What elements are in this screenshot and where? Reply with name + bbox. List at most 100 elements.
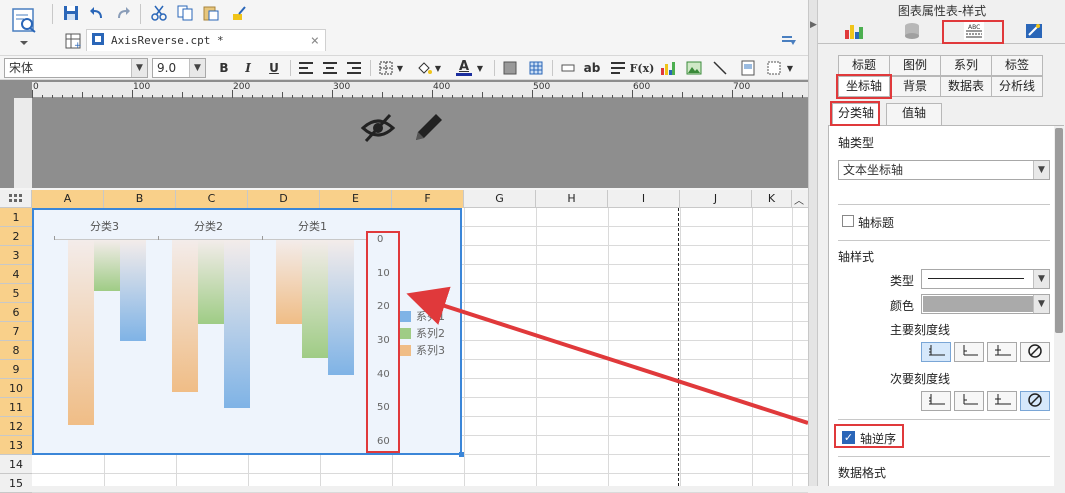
font-name-select[interactable]: 宋体 ▼	[4, 58, 148, 78]
table-icon[interactable]	[526, 58, 546, 78]
bar-系列2-分类2[interactable]	[198, 240, 224, 325]
major-tick-none-button[interactable]	[1020, 342, 1050, 362]
chevron-down-icon[interactable]: ▼	[474, 58, 486, 78]
row-header-1[interactable]: 1	[0, 208, 32, 227]
column-header-i[interactable]: I	[608, 190, 680, 208]
bar-系列1-分类2[interactable]	[224, 240, 250, 409]
pencil-icon[interactable]	[410, 112, 446, 144]
bar-系列3-分类2[interactable]	[172, 240, 198, 392]
bold-button[interactable]: B	[214, 58, 234, 78]
column-header-g[interactable]: G	[464, 190, 536, 208]
column-header-d[interactable]: D	[248, 190, 320, 208]
row-header-3[interactable]: 3	[0, 246, 32, 265]
scrollbar-thumb[interactable]	[1055, 128, 1063, 333]
row-header-13[interactable]: 13	[0, 436, 32, 455]
chart-type-tab-icon[interactable]	[844, 22, 864, 40]
preview-icon[interactable]	[10, 6, 38, 46]
row-header-15[interactable]: 15	[0, 474, 32, 493]
font-size-select[interactable]: 9.0 ▼	[152, 58, 206, 78]
column-header-h[interactable]: H	[536, 190, 608, 208]
axis-title-checkbox[interactable]	[842, 215, 854, 227]
bar-系列3-分类3[interactable]	[68, 240, 94, 426]
major-tick-inside-button[interactable]	[921, 342, 951, 362]
underline-button[interactable]: U	[264, 58, 284, 78]
file-tab[interactable]: AxisReverse.cpt * ×	[86, 29, 326, 51]
fill-color-icon[interactable]	[414, 58, 434, 78]
italic-button[interactable]: I	[238, 58, 258, 78]
merge-cells-icon[interactable]	[500, 58, 520, 78]
column-header-a[interactable]: A	[32, 190, 104, 208]
copy-icon[interactable]	[174, 2, 196, 24]
bar-系列1-分类3[interactable]	[120, 240, 146, 341]
insert-image-icon[interactable]	[684, 58, 704, 78]
minor-tick-outside-button[interactable]	[954, 391, 984, 411]
chevron-down-icon[interactable]: ▼	[432, 58, 444, 78]
column-header-c[interactable]: C	[176, 190, 248, 208]
row-header-8[interactable]: 8	[0, 341, 32, 360]
line-type-select[interactable]: ▼	[921, 269, 1050, 289]
font-color-button[interactable]: A	[454, 58, 474, 78]
collapse-arrow-icon[interactable]: ▶	[810, 20, 817, 30]
row-header-11[interactable]: 11	[0, 398, 32, 417]
row-header-12[interactable]: 12	[0, 417, 32, 436]
column-header-e[interactable]: E	[320, 190, 392, 208]
bar-系列3-分类1[interactable]	[276, 240, 302, 325]
align-right-icon[interactable]	[344, 58, 364, 78]
minor-tick-inside-button[interactable]	[921, 391, 951, 411]
column-header-j[interactable]: J	[680, 190, 752, 208]
text-element-button[interactable]: ab	[582, 58, 602, 78]
minor-tick-cross-button[interactable]	[987, 391, 1017, 411]
redo-icon[interactable]	[112, 2, 134, 24]
bar-系列2-分类3[interactable]	[94, 240, 120, 291]
row-header-10[interactable]: 10	[0, 379, 32, 398]
row-header-6[interactable]: 6	[0, 303, 32, 322]
save-icon[interactable]	[60, 2, 82, 24]
tab-background[interactable]: 背景	[889, 76, 941, 97]
panel-scrollbar[interactable]	[1054, 126, 1064, 486]
subreport-icon[interactable]	[738, 58, 758, 78]
new-report-icon[interactable]: +	[62, 30, 84, 52]
tab-legend[interactable]: 图例	[889, 55, 941, 76]
tab-series[interactable]: 系列	[940, 55, 992, 76]
insert-cell-icon[interactable]	[558, 58, 578, 78]
tab-title[interactable]: 标题	[838, 55, 890, 76]
chevron-down-icon[interactable]: ▼	[784, 58, 796, 78]
row-header-4[interactable]: 4	[0, 265, 32, 284]
align-left-icon[interactable]	[296, 58, 316, 78]
axis-type-select[interactable]: 文本坐标轴 ▼	[838, 160, 1050, 180]
bar-chart[interactable]: 分类3 分类2 分类1 0 10 20 30 40 50 60 系列1 系列2 系列3	[32, 208, 464, 457]
minor-tick-none-button[interactable]	[1020, 391, 1050, 411]
widget-icon[interactable]	[764, 58, 784, 78]
border-icon[interactable]	[376, 58, 396, 78]
major-tick-cross-button[interactable]	[987, 342, 1017, 362]
row-header-9[interactable]: 9	[0, 360, 32, 379]
row-header-2[interactable]: 2	[0, 227, 32, 246]
column-header-b[interactable]: B	[104, 190, 176, 208]
panel-splitter[interactable]: ▶	[808, 0, 817, 486]
align-center-icon[interactable]	[320, 58, 340, 78]
slash-icon[interactable]	[710, 58, 730, 78]
richtext-icon[interactable]	[608, 58, 628, 78]
row-header-7[interactable]: 7	[0, 322, 32, 341]
formula-button[interactable]: F(x)	[630, 58, 655, 78]
format-painter-icon[interactable]	[228, 2, 250, 24]
tab-label[interactable]: 标签	[991, 55, 1043, 76]
data-tab-icon[interactable]	[902, 22, 922, 40]
bar-系列1-分类1[interactable]	[328, 240, 354, 375]
chart-resize-handle[interactable]	[459, 452, 464, 457]
hidden-eye-icon[interactable]	[360, 112, 396, 144]
column-header-f[interactable]: F	[392, 190, 464, 208]
tab-value-axis[interactable]: 值轴	[886, 103, 942, 126]
panel-menu-icon[interactable]	[782, 34, 796, 46]
cut-icon[interactable]	[148, 2, 170, 24]
select-all-corner[interactable]	[0, 190, 32, 208]
bar-系列2-分类1[interactable]	[302, 240, 328, 358]
paste-icon[interactable]	[200, 2, 222, 24]
chevron-down-icon[interactable]: ▼	[394, 58, 406, 78]
tab-analysis-line[interactable]: 分析线	[991, 76, 1043, 97]
column-header-k[interactable]: K	[752, 190, 792, 208]
insert-chart-icon[interactable]	[658, 58, 678, 78]
undo-icon[interactable]	[86, 2, 108, 24]
special-effects-tab-icon[interactable]	[1024, 22, 1044, 40]
major-tick-outside-button[interactable]	[954, 342, 984, 362]
